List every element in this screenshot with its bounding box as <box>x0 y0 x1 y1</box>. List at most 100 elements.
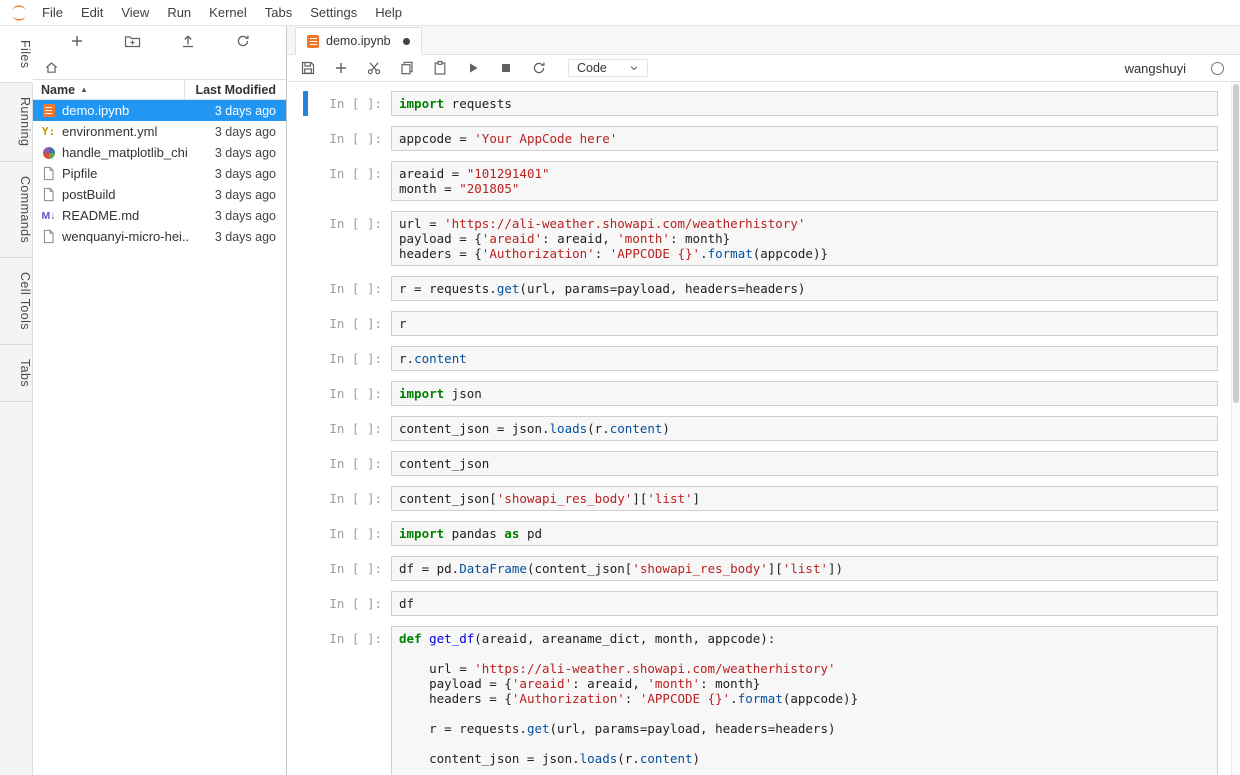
cell-input-editor[interactable]: import pandas as pd <box>391 521 1218 546</box>
column-header-name[interactable]: Name ▲ <box>33 83 184 97</box>
new-folder-button[interactable] <box>122 31 143 51</box>
file-row-demo.ipynb[interactable]: demo.ipynb3 days ago <box>33 100 286 121</box>
unsaved-changes-dot[interactable] <box>403 38 410 45</box>
cell-collapser[interactable] <box>303 591 308 616</box>
stop-icon <box>498 60 514 76</box>
cell-input-editor[interactable]: areaid = "101291401"month = "201805" <box>391 161 1218 201</box>
run-cell-button[interactable] <box>463 58 483 78</box>
code-cell-6[interactable]: In [ ]:r <box>303 311 1218 336</box>
notebook-cells: In [ ]:import requests In [ ]:appcode = '… <box>287 91 1240 775</box>
menu-file[interactable]: File <box>33 0 72 25</box>
cell-collapser[interactable] <box>303 161 308 201</box>
cell-collapser[interactable] <box>303 126 308 151</box>
copy-cells-button[interactable] <box>397 58 417 78</box>
cell-input-editor[interactable]: r.content <box>391 346 1218 371</box>
sidebar-tab-running[interactable]: Running <box>0 83 33 161</box>
code-cell-5[interactable]: In [ ]:r = requests.get(url, params=payl… <box>303 276 1218 301</box>
menu-help[interactable]: Help <box>366 0 411 25</box>
save-button[interactable] <box>298 58 318 78</box>
menu-settings[interactable]: Settings <box>301 0 366 25</box>
file-row-wenquanyi-micro-hei....[interactable]: wenquanyi-micro-hei....3 days ago <box>33 226 286 247</box>
cell-collapser[interactable] <box>303 346 308 371</box>
column-header-name-label: Name <box>41 83 75 97</box>
scrollbar-thumb[interactable] <box>1233 84 1239 403</box>
markdown-file-icon: M↓ <box>41 210 56 222</box>
code-cell-7[interactable]: In [ ]:r.content <box>303 346 1218 371</box>
restart-kernel-button[interactable] <box>529 58 549 78</box>
tab-demo-ipynb[interactable]: demo.ipynb <box>295 27 422 55</box>
code-cell-9[interactable]: In [ ]:content_json = json.loads(r.conte… <box>303 416 1218 441</box>
file-row-Pipfile[interactable]: Pipfile3 days ago <box>33 163 286 184</box>
upload-button[interactable] <box>178 31 198 51</box>
cell-input-editor[interactable]: url = 'https://ali-weather.showapi.com/w… <box>391 211 1218 266</box>
menu-tabs[interactable]: Tabs <box>256 0 301 25</box>
menu-run[interactable]: Run <box>158 0 200 25</box>
column-header-modified[interactable]: Last Modified <box>184 80 286 100</box>
cell-input-editor[interactable]: df <box>391 591 1218 616</box>
cell-collapser[interactable] <box>303 556 308 581</box>
code-cell-14[interactable]: In [ ]:df <box>303 591 1218 616</box>
sidebar-tab-tabs[interactable]: Tabs <box>0 345 33 402</box>
code-cell-13[interactable]: In [ ]:df = pd.DataFrame(content_json['s… <box>303 556 1218 581</box>
cell-collapser[interactable] <box>303 416 308 441</box>
cell-input-editor[interactable]: r = requests.get(url, params=payload, he… <box>391 276 1218 301</box>
file-row-handle-matplotlib-chi...[interactable]: handle_matplotlib_chi...3 days ago <box>33 142 286 163</box>
code-cell-10[interactable]: In [ ]:content_json <box>303 451 1218 476</box>
cell-type-dropdown[interactable]: Code <box>568 59 648 77</box>
cell-input-editor[interactable]: import requests <box>391 91 1218 116</box>
file-name: environment.yml <box>62 124 188 139</box>
insert-cell-button[interactable] <box>331 58 351 78</box>
jupyter-logo-icon <box>8 2 30 24</box>
cell-collapser[interactable] <box>303 381 308 406</box>
code-cell-8[interactable]: In [ ]:import json <box>303 381 1218 406</box>
file-row-environment.yml[interactable]: Y:environment.yml3 days ago <box>33 121 286 142</box>
paste-cells-button[interactable] <box>430 58 450 78</box>
jupyter-logo[interactable] <box>5 2 33 24</box>
new-launcher-button[interactable] <box>67 31 87 51</box>
clipboard-icon <box>432 60 448 76</box>
cell-input-editor[interactable]: df = pd.DataFrame(content_json['showapi_… <box>391 556 1218 581</box>
cell-collapser[interactable] <box>303 521 308 546</box>
sidebar-tab-cell-tools[interactable]: Cell Tools <box>0 258 33 345</box>
cut-cells-button[interactable] <box>364 58 384 78</box>
vertical-scrollbar[interactable] <box>1231 82 1240 775</box>
cell-input-editor[interactable]: r <box>391 311 1218 336</box>
cell-collapser[interactable] <box>303 451 308 476</box>
cell-collapser[interactable] <box>303 91 308 116</box>
code-cell-2[interactable]: In [ ]:appcode = 'Your AppCode here' <box>303 126 1218 151</box>
file-row-README.md[interactable]: M↓README.md3 days ago <box>33 205 286 226</box>
code-cell-1[interactable]: In [ ]:import requests <box>303 91 1218 116</box>
cell-collapser[interactable] <box>303 486 308 511</box>
file-row-postBuild[interactable]: postBuild3 days ago <box>33 184 286 205</box>
breadcrumb <box>33 56 286 79</box>
kernel-status-indicator[interactable] <box>1211 62 1224 75</box>
file-name: Pipfile <box>62 166 188 181</box>
code-cell-4[interactable]: In [ ]:url = 'https://ali-weather.showap… <box>303 211 1218 266</box>
cell-input-editor[interactable]: import json <box>391 381 1218 406</box>
code-cell-3[interactable]: In [ ]:areaid = "101291401"month = "2018… <box>303 161 1218 201</box>
cell-collapser[interactable] <box>303 626 308 775</box>
cell-input-editor[interactable]: appcode = 'Your AppCode here' <box>391 126 1218 151</box>
menu-kernel[interactable]: Kernel <box>200 0 256 25</box>
cell-type-value: Code <box>577 61 607 75</box>
refresh-file-browser-button[interactable] <box>233 31 253 51</box>
home-button[interactable] <box>42 58 61 77</box>
cell-input-editor[interactable]: def get_df(areaid, areaname_dict, month,… <box>391 626 1218 775</box>
kernel-name-label[interactable]: wangshuyi <box>1125 61 1186 76</box>
cell-input-editor[interactable]: content_json['showapi_res_body']['list'] <box>391 486 1218 511</box>
cell-collapser[interactable] <box>303 311 308 336</box>
sidebar-tab-files[interactable]: Files <box>0 26 33 83</box>
code-cell-15[interactable]: In [ ]:def get_df(areaid, areaname_dict,… <box>303 626 1218 775</box>
notebook-icon <box>307 35 319 48</box>
cell-collapser[interactable] <box>303 276 308 301</box>
menu-edit[interactable]: Edit <box>72 0 112 25</box>
cell-input-editor[interactable]: content_json = json.loads(r.content) <box>391 416 1218 441</box>
code-cell-12[interactable]: In [ ]:import pandas as pd <box>303 521 1218 546</box>
file-list-header: Name ▲ Last Modified <box>33 79 286 100</box>
interrupt-kernel-button[interactable] <box>496 58 516 78</box>
cell-input-editor[interactable]: content_json <box>391 451 1218 476</box>
sidebar-tab-commands[interactable]: Commands <box>0 162 33 258</box>
cell-collapser[interactable] <box>303 211 308 266</box>
code-cell-11[interactable]: In [ ]:content_json['showapi_res_body'][… <box>303 486 1218 511</box>
menu-view[interactable]: View <box>112 0 158 25</box>
